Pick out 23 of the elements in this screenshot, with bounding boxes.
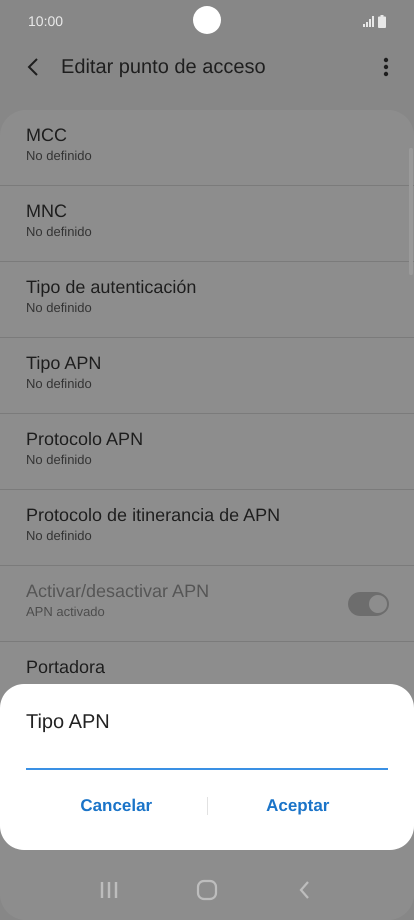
cancel-button[interactable]: Cancelar (26, 786, 206, 826)
dialog-title: Tipo APN (26, 710, 111, 734)
signal-icon (363, 16, 375, 26)
status-time: 10:00 (28, 13, 64, 29)
setting-title[interactable]: Portadora (26, 655, 388, 679)
setting-title[interactable]: Protocolo APN (26, 427, 388, 451)
setting-value: No definido (26, 223, 93, 241)
setting-title[interactable]: MCC (26, 123, 388, 147)
accept-button[interactable]: Aceptar (208, 786, 388, 826)
setting-value: No definido (26, 451, 93, 469)
setting-value: No definido (26, 299, 93, 317)
setting-value: No definido (26, 147, 93, 165)
setting-title[interactable]: MNC (26, 199, 388, 223)
setting-value: No definido (26, 375, 93, 393)
setting-title[interactable]: Tipo APN (26, 351, 388, 375)
home-icon[interactable] (195, 878, 219, 902)
setting-title[interactable]: Protocolo de itinerancia de APN (26, 503, 388, 527)
battery-icon (378, 14, 386, 28)
camera-cutout (193, 6, 221, 34)
page-title: Editar punto de acceso (61, 56, 267, 78)
setting-value: No definido (26, 527, 93, 545)
setting-value: APN activado (26, 603, 106, 621)
setting-title[interactable]: Tipo de autenticación (26, 275, 388, 299)
